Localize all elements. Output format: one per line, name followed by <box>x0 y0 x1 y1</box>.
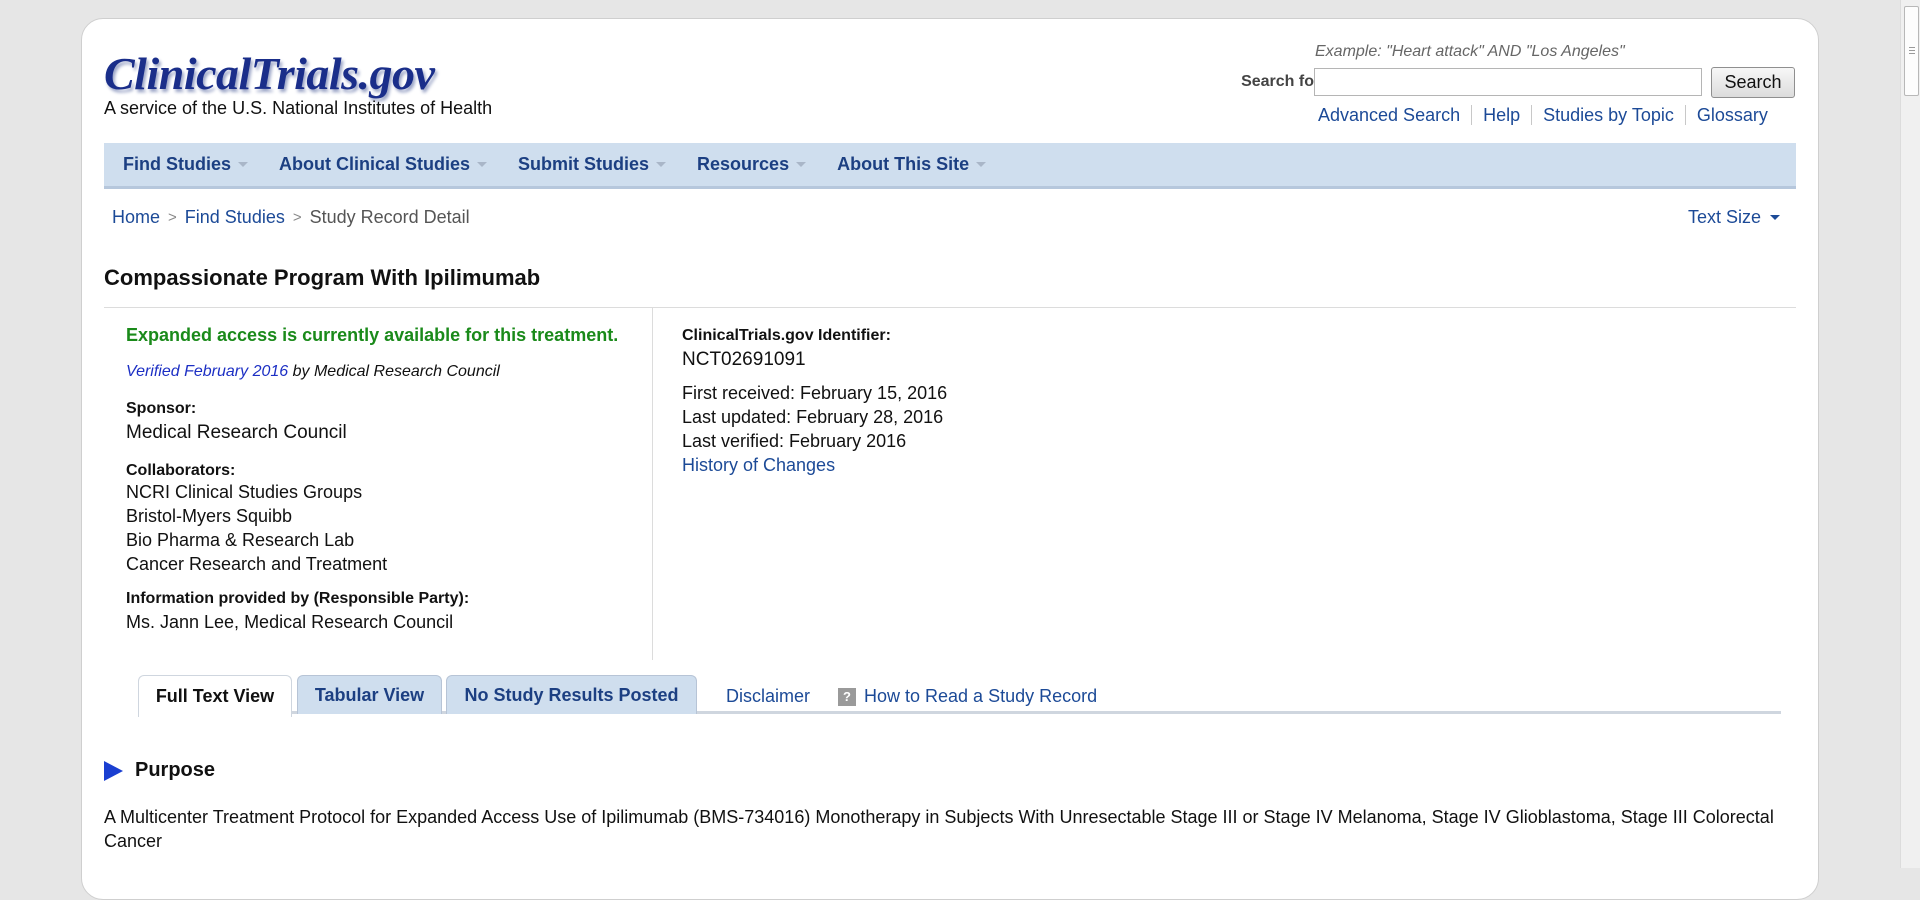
main-nav: Find Studies About Clinical Studies Subm… <box>104 143 1796 189</box>
study-info-right: ClinicalTrials.gov Identifier: NCT026910… <box>682 325 1282 477</box>
nav-resources[interactable]: Resources <box>697 154 807 175</box>
disclaimer-link[interactable]: Disclaimer <box>726 686 810 707</box>
chevron-down-icon <box>796 162 807 167</box>
nav-label: Submit Studies <box>518 154 650 174</box>
page-container: ClinicalTrials.gov A service of the U.S.… <box>81 18 1819 900</box>
responsible-party-label: Information provided by (Responsible Par… <box>126 590 470 607</box>
nav-label: About Clinical Studies <box>279 154 471 174</box>
purpose-section-toggle[interactable]: Purpose <box>104 759 215 782</box>
text-size-label: Text Size <box>1688 207 1762 227</box>
nav-about-clinical-studies[interactable]: About Clinical Studies <box>279 154 488 175</box>
verified-link[interactable]: Verified February 2016 <box>126 363 288 380</box>
glossary-link[interactable]: Glossary <box>1684 105 1779 125</box>
verified-by: by Medical Research Council <box>288 363 500 380</box>
nav-submit-studies[interactable]: Submit Studies <box>518 154 667 175</box>
tab-full-text-view[interactable]: Full Text View <box>138 675 292 717</box>
chevron-down-icon <box>656 162 667 167</box>
nav-about-this-site[interactable]: About This Site <box>837 154 987 175</box>
vertical-scrollbar[interactable] <box>1900 0 1920 868</box>
collaborator-item: Bristol-Myers Squibb <box>126 506 293 526</box>
search-example-hint: Example: "Heart attack" AND "Los Angeles… <box>1315 43 1625 60</box>
nav-find-studies[interactable]: Find Studies <box>123 154 248 175</box>
study-info-left: Expanded access is currently available f… <box>126 325 646 634</box>
history-of-changes-link[interactable]: History of Changes <box>682 453 1282 477</box>
grip-line <box>1909 50 1915 51</box>
advanced-search-link[interactable]: Advanced Search <box>1318 105 1471 125</box>
help-link[interactable]: Help <box>1471 105 1531 125</box>
sponsor-value: Medical Research Council <box>126 422 347 443</box>
chevron-down-icon <box>1770 215 1781 220</box>
last-updated: Last updated: February 28, 2016 <box>682 407 944 427</box>
nav-label: Resources <box>697 154 790 174</box>
breadcrumb-find-studies[interactable]: Find Studies <box>185 207 285 228</box>
chevron-down-icon <box>976 162 987 167</box>
identifier-label: ClinicalTrials.gov Identifier: <box>682 327 891 344</box>
grip-line <box>1909 53 1915 54</box>
search-button[interactable]: Search <box>1711 67 1795 98</box>
nav-label: About This Site <box>837 154 970 174</box>
sponsor-label: Sponsor: <box>126 400 197 417</box>
purpose-heading: Purpose <box>135 759 216 781</box>
quick-links: Advanced Search Help Studies by Topic Gl… <box>1318 105 1779 125</box>
responsible-party-value: Ms. Jann Lee, Medical Research Council <box>126 612 454 632</box>
purpose-text: A Multicenter Treatment Protocol for Exp… <box>104 807 1774 851</box>
chevron-down-icon <box>238 162 248 167</box>
last-verified: Last verified: February 2016 <box>682 431 907 451</box>
studies-by-topic-link[interactable]: Studies by Topic <box>1531 105 1685 125</box>
divider <box>104 307 1796 308</box>
breadcrumb-home[interactable]: Home <box>112 207 160 228</box>
site-tagline: A service of the U.S. National Institute… <box>104 98 493 118</box>
chevron-down-icon <box>477 162 488 167</box>
breadcrumb-separator: > <box>168 209 177 226</box>
text-size-menu[interactable]: Text Size <box>1688 207 1781 228</box>
triangle-right-icon <box>104 760 123 781</box>
breadcrumb-current: Study Record Detail <box>309 207 470 227</box>
tab-no-study-results[interactable]: No Study Results Posted <box>446 675 697 714</box>
page-title: Compassionate Program With Ipilimumab <box>104 265 541 290</box>
breadcrumb-separator: > <box>292 209 302 226</box>
breadcrumb: Home > Find Studies > Study Record Detai… <box>112 207 470 228</box>
how-to-read-label: How to Read a Study Record <box>864 686 1098 706</box>
how-to-read-link[interactable]: ? How to Read a Study Record <box>838 686 1097 707</box>
help-icon: ? <box>838 687 856 706</box>
verified-line: Verified February 2016 by Medical Resear… <box>126 363 646 381</box>
scrollbar-thumb[interactable] <box>1904 6 1919 96</box>
collaborator-item: Bio Pharma & Research Lab <box>126 530 355 550</box>
collaborator-item: Cancer Research and Treatment <box>126 554 388 574</box>
status-message: Expanded access is currently available f… <box>126 325 619 345</box>
collaborators-label: Collaborators: <box>126 462 236 479</box>
search-input[interactable] <box>1314 68 1702 96</box>
grip-line <box>1909 47 1915 48</box>
collaborator-item: NCRI Clinical Studies Groups <box>126 482 363 502</box>
tab-tabular-view[interactable]: Tabular View <box>297 675 442 714</box>
nav-label: Find Studies <box>123 154 231 174</box>
first-received: First received: February 15, 2016 <box>682 383 948 403</box>
site-logo[interactable]: ClinicalTrials.gov <box>104 47 435 100</box>
column-divider <box>652 308 653 660</box>
identifier-value: NCT02691091 <box>682 349 806 370</box>
